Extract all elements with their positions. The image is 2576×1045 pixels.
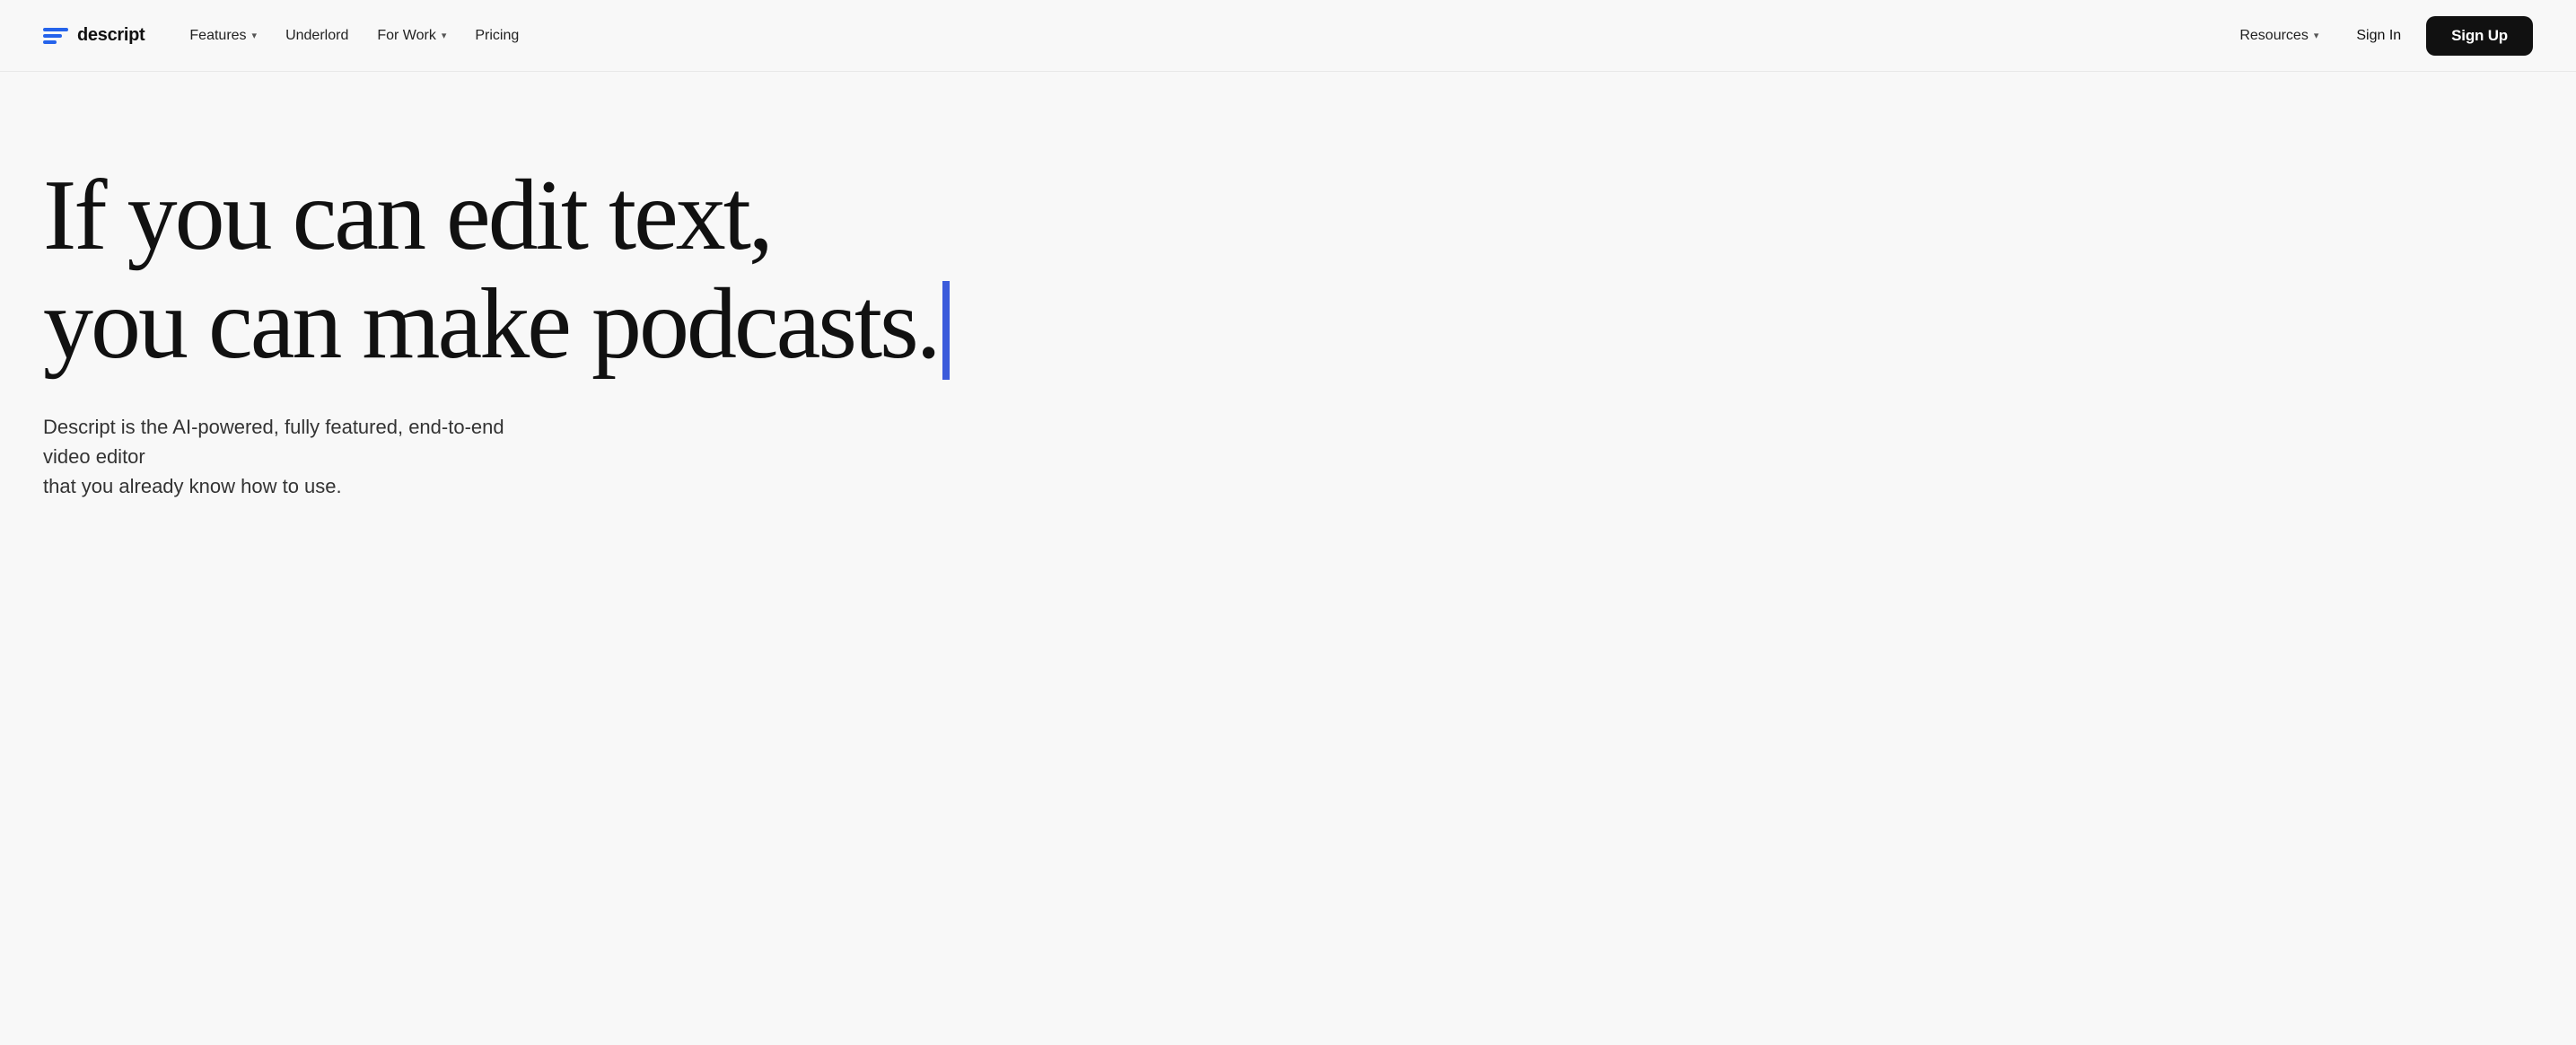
hero-headline: If you can edit text, you can make podca… — [43, 162, 950, 383]
descript-logo-icon — [43, 28, 68, 44]
logo-link[interactable]: descript — [43, 25, 145, 46]
nav-links-left: Features ▾ Underlord For Work ▾ Pricing — [177, 21, 531, 51]
main-nav: descript Features ▾ Underlord For Work ▾… — [0, 0, 2576, 72]
nav-link-pricing[interactable]: Pricing — [462, 21, 531, 51]
text-cursor — [942, 281, 950, 380]
chevron-down-icon: ▾ — [442, 30, 447, 41]
nav-right: Resources ▾ Sign In Sign Up — [2227, 16, 2533, 56]
logo-text: descript — [77, 25, 145, 46]
nav-link-resources[interactable]: Resources ▾ — [2227, 21, 2331, 51]
nav-link-features[interactable]: Features ▾ — [177, 21, 269, 51]
nav-left: descript Features ▾ Underlord For Work ▾… — [43, 21, 531, 51]
hero-headline-line1: If you can edit text, — [43, 162, 950, 270]
chevron-down-icon: ▾ — [2314, 30, 2319, 41]
sign-up-button[interactable]: Sign Up — [2426, 16, 2533, 56]
nav-link-underlord[interactable]: Underlord — [273, 21, 361, 51]
nav-link-for-work[interactable]: For Work ▾ — [364, 21, 459, 51]
hero-subtext: Descript is the AI-powered, fully featur… — [43, 412, 510, 501]
hero-section: If you can edit text, you can make podca… — [0, 72, 1257, 555]
hero-headline-line2: you can make podcasts. — [43, 270, 950, 383]
chevron-down-icon: ▾ — [252, 30, 258, 41]
sign-in-button[interactable]: Sign In — [2338, 20, 2419, 52]
